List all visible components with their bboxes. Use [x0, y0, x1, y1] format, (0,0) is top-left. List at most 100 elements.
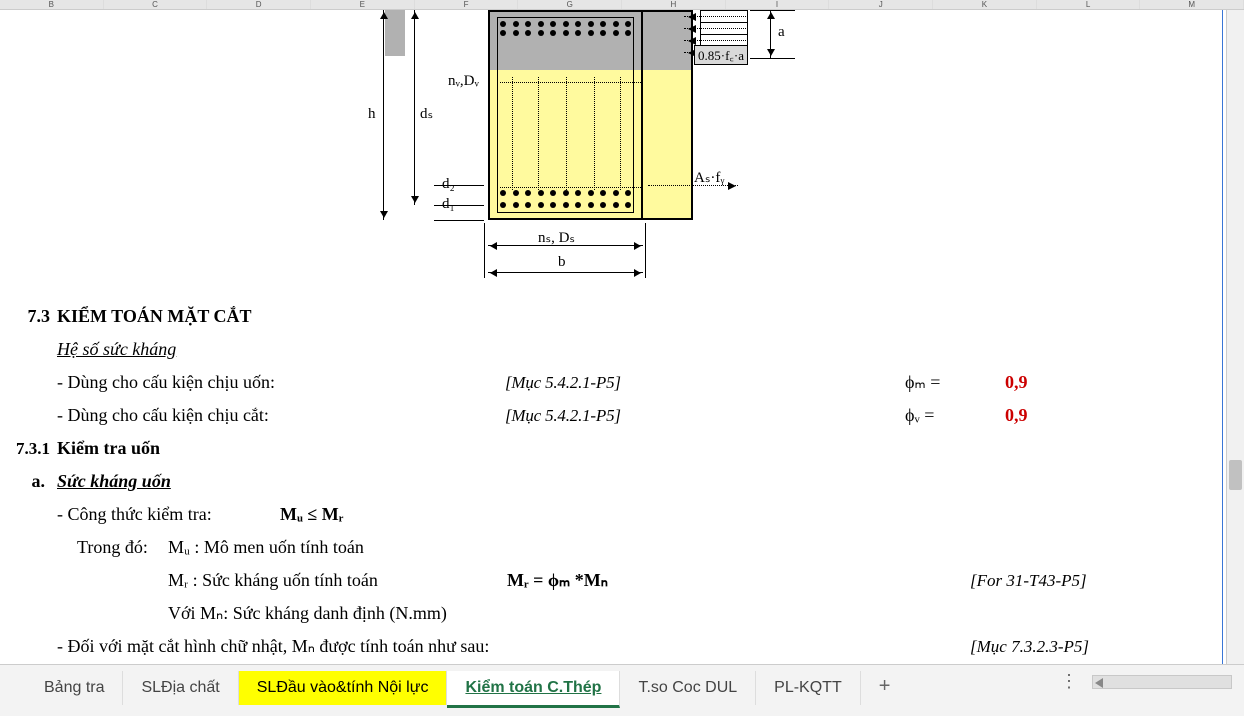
vertical-scrollbar[interactable]: [1226, 10, 1244, 664]
label-b: b: [558, 254, 566, 271]
phi-v-ref: [Mục 5.4.2.1-P5]: [505, 399, 621, 432]
heading-a: a. Sức kháng uốn: [5, 465, 1192, 498]
sec-num-731: 7.3.1: [5, 432, 50, 465]
label-as-fy: Aₛ·fᵧ: [694, 168, 724, 187]
top-bars-row2: [500, 30, 631, 36]
cross-section-diagram: h dₛ d₂ d₁ nᵥ,Dᵥ: [380, 10, 850, 290]
mr-eq: Mᵣ = ϕₘ *Mₙ: [507, 564, 608, 597]
phi-v-sym: ϕᵥ =: [905, 399, 934, 432]
tension-arrow: [648, 185, 738, 186]
label-d1: d₁: [442, 196, 455, 213]
label-a: a: [778, 24, 785, 41]
comp-arrow2: [684, 28, 746, 29]
formula-chk-label: - Công thức kiểm tra:: [57, 498, 212, 531]
col-h[interactable]: H: [622, 0, 726, 9]
col-d[interactable]: D: [207, 0, 311, 9]
tick-bottom: [434, 220, 484, 221]
row-heso: Hệ số sức kháng: [5, 333, 1192, 366]
hatch-line1: [700, 22, 748, 23]
mu-def: Mᵤ : Mô men uốn tính toán: [168, 531, 364, 564]
row-trongdo: Trong đó: Mᵤ : Mô men uốn tính toán: [5, 531, 1192, 564]
label-nv-dv: nᵥ,Dᵥ: [448, 73, 479, 90]
add-sheet-button[interactable]: +: [861, 671, 909, 702]
vdash4: [594, 77, 595, 190]
col-f[interactable]: F: [415, 0, 519, 9]
sec-title-a: Sức kháng uốn: [57, 465, 171, 498]
rect-line: - Đối với mặt cắt hình chữ nhật, Mₙ được…: [57, 630, 489, 663]
formula-chk-expr: Mᵤ ≤ Mᵣ: [280, 498, 343, 531]
tick-a-bot: [750, 58, 795, 59]
tab-bang-tra[interactable]: Bảng tra: [26, 671, 123, 705]
heading-7-3: 7.3 KIỂM TOÁN MẶT CẮT: [5, 300, 1192, 333]
col-c[interactable]: C: [104, 0, 208, 9]
comp-arrow1: [684, 16, 746, 17]
bot-bars-row2: [500, 202, 631, 208]
row-mn-def: Với Mₙ: Sức kháng danh định (N.mm): [5, 597, 1192, 630]
tab-tso-coc-dul[interactable]: T.so Coc DUL: [620, 671, 756, 705]
sec-num-73: 7.3: [5, 300, 50, 333]
row-formula-check: - Công thức kiểm tra: Mᵤ ≤ Mᵣ: [5, 498, 1192, 531]
vdash2: [538, 77, 539, 190]
label-ns-ds: nₛ, Dₛ: [538, 228, 575, 247]
col-k[interactable]: K: [933, 0, 1037, 9]
text-body: 7.3 KIỂM TOÁN MẶT CẮT Hệ số sức kháng - …: [5, 300, 1192, 663]
col-b[interactable]: B: [0, 0, 104, 9]
dim-b: [488, 272, 643, 273]
phi-m-val: 0,9: [1005, 366, 1028, 399]
dim-ds-line: [414, 10, 415, 205]
phi-v-val: 0,9: [1005, 399, 1028, 432]
phi-m-sym: ϕₘ =: [905, 366, 940, 399]
label-h: h: [368, 106, 376, 123]
hscroll-left-icon[interactable]: [1095, 678, 1103, 688]
row-phi-v: - Dùng cho cấu kiện chịu cắt: [Mục 5.4.2…: [5, 399, 1192, 432]
tick-b-right: [645, 223, 646, 278]
col-g[interactable]: G: [518, 0, 622, 9]
row-phi-m: - Dùng cho cấu kiện chịu uốn: [Mục 5.4.2…: [5, 366, 1192, 399]
tabs-menu-icon[interactable]: ⋮: [1060, 671, 1078, 692]
col-e[interactable]: E: [311, 0, 415, 9]
col-i[interactable]: I: [726, 0, 830, 9]
dim-h-line: [383, 10, 384, 220]
horiz-dash-bot: [500, 187, 643, 188]
label-comp: 0.85·f꜀·a: [694, 45, 748, 65]
left-grey-block: [385, 10, 405, 56]
mr-ref: [For 31-T43-P5]: [970, 564, 1087, 597]
col-j[interactable]: J: [829, 0, 933, 9]
column-headers: B C D E F G H I J K L M: [0, 0, 1244, 10]
sec-title-73: KIỂM TOÁN MẶT CẮT: [57, 300, 252, 333]
col-m[interactable]: M: [1140, 0, 1244, 9]
tick-a-top: [750, 10, 795, 11]
phi-v-text: - Dùng cho cấu kiện chịu cắt:: [57, 399, 269, 432]
row-rect: - Đối với mặt cắt hình chữ nhật, Mₙ được…: [5, 630, 1192, 663]
rect-ref: [Mục 7.3.2.3-P5]: [970, 630, 1089, 663]
tab-sl-dau-vao[interactable]: SLĐầu vào&tính Nội lực: [239, 671, 448, 705]
phi-m-ref: [Mục 5.4.2.1-P5]: [505, 366, 621, 399]
horizontal-scrollbar[interactable]: [1092, 675, 1232, 689]
hatch-line2: [700, 34, 748, 35]
horiz-dash-top: [500, 82, 643, 83]
trongdo-label: Trong đó:: [77, 531, 148, 564]
vdash5: [620, 77, 621, 190]
label-d2: d₂: [442, 176, 455, 193]
tab-sl-dia-chat[interactable]: SLĐịa chất: [123, 671, 238, 705]
tab-pl-kqtt[interactable]: PL-KQTT: [756, 671, 861, 705]
vdash1: [512, 77, 513, 190]
sec-num-a: a.: [0, 465, 45, 498]
tab-kiem-toan-cthep[interactable]: Kiểm toán C.Thép: [447, 671, 620, 708]
worksheet-content: h dₛ d₂ d₁ nᵥ,Dᵥ: [0, 10, 1222, 664]
mn-def: Với Mₙ: Sức kháng danh định (N.mm): [168, 597, 447, 630]
comp-arrow3: [684, 40, 746, 41]
heading-7-3-1: 7.3.1 Kiểm tra uốn: [5, 432, 1192, 465]
mr-def: Mᵣ : Sức kháng uốn tính toán: [168, 564, 378, 597]
scrollbar-thumb[interactable]: [1229, 460, 1242, 490]
tick-b-left: [484, 223, 485, 278]
row-mr-def: Mᵣ : Sức kháng uốn tính toán Mᵣ = ϕₘ *Mₙ…: [5, 564, 1192, 597]
col-l[interactable]: L: [1037, 0, 1141, 9]
tabs-right-controls: ⋮: [1060, 671, 1244, 692]
dim-a: [770, 10, 771, 58]
phi-m-text: - Dùng cho cấu kiện chịu uốn:: [57, 366, 275, 399]
heso-label: Hệ số sức kháng: [57, 333, 176, 366]
bot-bars-row1: [500, 190, 631, 196]
vdash3: [566, 77, 567, 190]
label-ds: dₛ: [420, 104, 433, 123]
